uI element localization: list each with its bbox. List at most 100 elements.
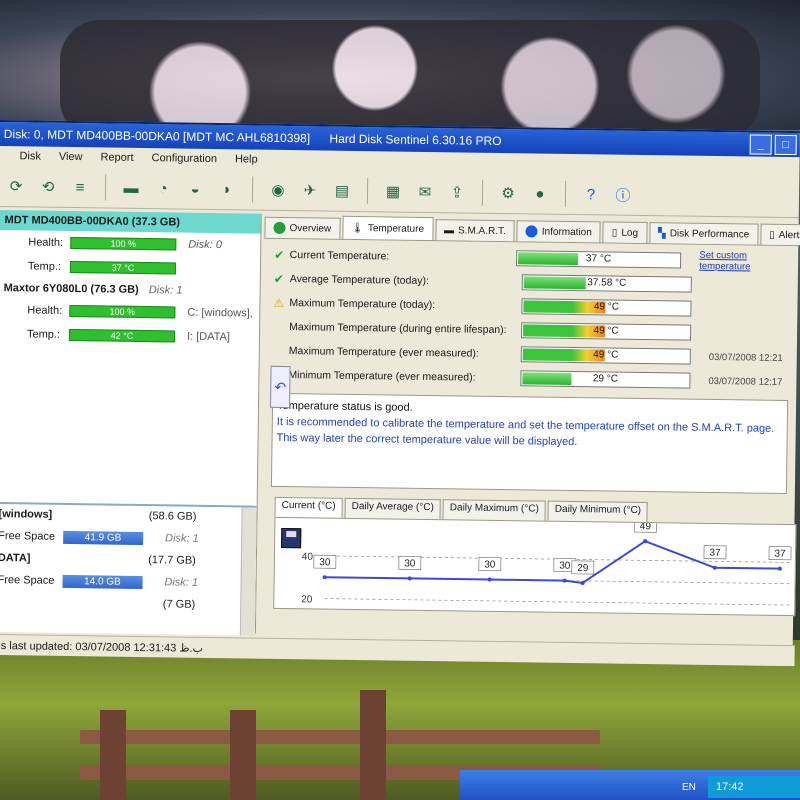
menu-report[interactable]: Report <box>100 151 133 163</box>
temperature-label: Maximum Temperature (today): <box>289 297 436 312</box>
check-icon: ✔ <box>273 271 284 286</box>
menu-disk[interactable]: Disk <box>19 150 41 162</box>
disk-0-temp-row: Temp.: 37 °C <box>0 254 260 282</box>
test-disk-icon[interactable]: ▬ <box>118 175 144 201</box>
menu-help[interactable]: Help <box>235 153 258 165</box>
disk-1-volume-data: I: [DATA] <box>186 330 231 344</box>
data-point <box>562 578 567 583</box>
disk-1-note: Disk: 1 <box>148 284 183 297</box>
data-point <box>777 566 782 571</box>
help-icon[interactable]: ? <box>578 181 604 207</box>
alert-icon[interactable]: ● <box>527 180 553 206</box>
extended-test-icon[interactable]: ◗ <box>214 176 240 202</box>
language-indicator[interactable]: EN <box>682 782 696 793</box>
upload-icon[interactable]: ⇪ <box>444 179 470 205</box>
free-space-bar: 41.9 GB <box>62 530 144 545</box>
temperature-bar: 49 °C <box>521 322 692 341</box>
tab-temperature[interactable]: 🌡 Temperature <box>342 215 434 241</box>
warning-icon: ⚠ <box>273 295 285 310</box>
disk-list-panel: MDT MD400BB-00DKA0 (37.3 GB) Health: 100… <box>0 209 262 636</box>
window-title: Disk: 0, MDT MD400BB-00DKA0 [MDT MC AHL6… <box>3 127 311 146</box>
save-icon[interactable] <box>281 527 302 549</box>
minimize-button[interactable]: _ <box>749 134 772 155</box>
reset-history-button[interactable]: ↶ <box>270 365 291 409</box>
performance-icon: ▚ <box>657 227 666 239</box>
y-tick-label: 40 <box>302 552 314 563</box>
disk-1-health-row: Health: 100 % C: [windows], <box>0 298 259 326</box>
partition-scrollbar[interactable] <box>239 507 257 636</box>
graph-tab-daily-maximum[interactable]: Daily Maximum (°C) <box>442 499 546 521</box>
data-label: 30 <box>484 559 496 570</box>
tab-information[interactable]: Information <box>516 220 602 243</box>
temperature-status-box: Temperature status is good. It is recomm… <box>270 392 789 495</box>
health-label: Health: <box>28 236 64 249</box>
temperature-value: 49 °C <box>593 325 619 337</box>
graph-tab-current[interactable]: Current (°C) <box>274 496 343 518</box>
disk-0-health-row: Health: 100 % Disk: 0 <box>0 230 260 258</box>
y-tick-label: 20 <box>301 594 313 605</box>
tab-smart[interactable]: ▬ S.M.A.R.T. <box>434 219 515 242</box>
info-icon[interactable]: ⓘ <box>610 182 636 208</box>
print-icon[interactable]: ▤ <box>329 178 355 204</box>
refresh-icon[interactable]: ⟳ <box>3 173 29 199</box>
temperature-label: Maximum Temperature (ever measured): <box>288 345 479 360</box>
report-icon[interactable]: ▦ <box>380 178 406 204</box>
temperature-value: 29 °C <box>592 373 619 385</box>
data-label: 30 <box>559 561 571 572</box>
detail-panel: Overview 🌡 Temperature ▬ S.M.A.R.T. Info… <box>259 213 800 641</box>
data-label: 37 <box>774 549 786 560</box>
data-point <box>487 577 492 582</box>
temperature-value: 49 °C <box>593 349 619 361</box>
short-test-icon[interactable]: ◒ <box>182 176 208 202</box>
info-icon <box>525 225 538 238</box>
thermometer-icon: 🌡 <box>351 222 364 234</box>
temperature-label: Maximum Temperature (during entire lifes… <box>289 321 507 337</box>
temperature-label: Current Temperature: <box>289 249 390 263</box>
check-icon: ✔ <box>274 247 285 262</box>
taskbar: EN 17:42 <box>460 770 800 800</box>
tab-disk-performance[interactable]: ▚ Disk Performance <box>648 222 759 245</box>
partition-data-free: Free Space 14.0 GB Disk: 1 <box>0 574 199 589</box>
surface-test-icon[interactable]: ◔ <box>150 175 176 201</box>
partition-third-header[interactable]: (7 GB) <box>0 592 255 616</box>
menu-configuration[interactable]: Configuration <box>151 152 217 165</box>
data-point <box>322 575 327 580</box>
data-label: 49 <box>640 521 652 532</box>
set-custom-temperature-link[interactable]: Set custom temperature <box>699 250 798 273</box>
disk-0-health-bar: 100 % <box>70 236 177 251</box>
tab-overview[interactable]: Overview <box>264 216 341 239</box>
temperature-list: ✔ Current Temperature: 37 °C Set custom tem… <box>262 239 798 394</box>
data-label: 30 <box>404 558 416 569</box>
taskbar-clock[interactable]: 17:42 <box>708 776 800 798</box>
disk-0-name: MDT MD400BB-00DKA0 (37.3 GB) <box>4 214 181 229</box>
alert-icon: ▯ <box>769 229 775 241</box>
health-label: Health: <box>27 304 63 317</box>
menu-view[interactable]: View <box>59 151 83 163</box>
tab-log[interactable]: ▯ Log <box>602 221 648 244</box>
mail-icon[interactable]: ✉ <box>412 179 438 205</box>
temp-label: Temp.: <box>27 260 62 273</box>
temperature-graph: 40 20 30 30 30 30 29 49 37 37 <box>273 516 797 617</box>
graph-tab-daily-minimum[interactable]: Daily Minimum (°C) <box>547 500 649 523</box>
settings-gear-icon[interactable]: ⚙ <box>495 180 521 206</box>
refresh-all-icon[interactable]: ⟲ <box>35 173 61 199</box>
graph-tab-daily-average[interactable]: Daily Average (°C) <box>344 497 441 520</box>
partition-windows-free: Free Space 41.9 GB Disk: 1 <box>0 530 199 545</box>
data-label: 29 <box>577 563 589 574</box>
free-space-bar: 14.0 GB <box>62 574 143 589</box>
temperature-chart: 40 20 30 30 30 30 29 49 37 37 <box>301 518 792 606</box>
data-point <box>407 576 412 581</box>
web-icon[interactable]: ◉ <box>265 177 291 203</box>
temperature-value: 49 °C <box>593 301 620 313</box>
maximize-button[interactable]: □ <box>774 134 797 156</box>
app-name: Hard Disk Sentinel 6.30.16 PRO <box>329 131 502 149</box>
list-icon[interactable]: ≡ <box>67 174 93 200</box>
send-icon[interactable]: ✈ <box>297 177 323 203</box>
disk-1-temp-row: Temp.: 42 °C I: [DATA] <box>0 322 259 350</box>
tab-alerts[interactable]: ▯ Alerts <box>760 223 800 246</box>
log-icon: ▯ <box>611 227 618 239</box>
disk-1-health-bar: 100 % <box>69 304 176 319</box>
disk-1-name: Maxtor 6Y080L0 (76.3 GB) <box>3 282 139 296</box>
disk-0-temp-bar: 37 °C <box>69 260 177 275</box>
temperature-label: Minimum Temperature (ever measured): <box>288 369 476 384</box>
